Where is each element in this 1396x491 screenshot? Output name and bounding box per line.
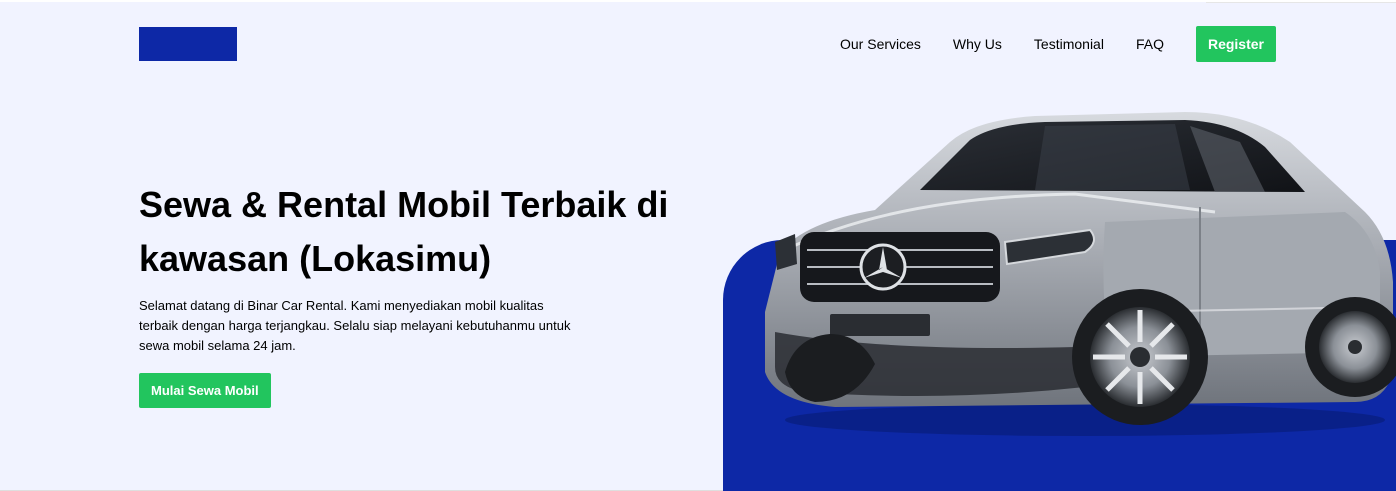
hero-description: Selamat datang di Binar Car Rental. Kami… [139,298,571,353]
top-edge-strip [1206,2,1396,3]
start-rental-button[interactable]: Mulai Sewa Mobil [139,373,271,408]
nav-link-faq[interactable]: FAQ [1136,26,1164,62]
register-button[interactable]: Register [1195,26,1276,62]
nav-link-our-services[interactable]: Our Services [840,26,921,62]
landing-page: Our Services Why Us Testimonial FAQ Regi… [0,0,1396,491]
nav-link-testimonial[interactable]: Testimonial [1034,26,1104,62]
nav-link-why-us[interactable]: Why Us [953,26,1002,62]
main-nav: Our Services Why Us Testimonial FAQ Regi… [840,26,1276,62]
logo[interactable] [139,27,237,61]
car-illustration [765,112,1396,436]
hero-headline: Sewa & Rental Mobil Terbaik di kawasan (… [139,184,669,279]
